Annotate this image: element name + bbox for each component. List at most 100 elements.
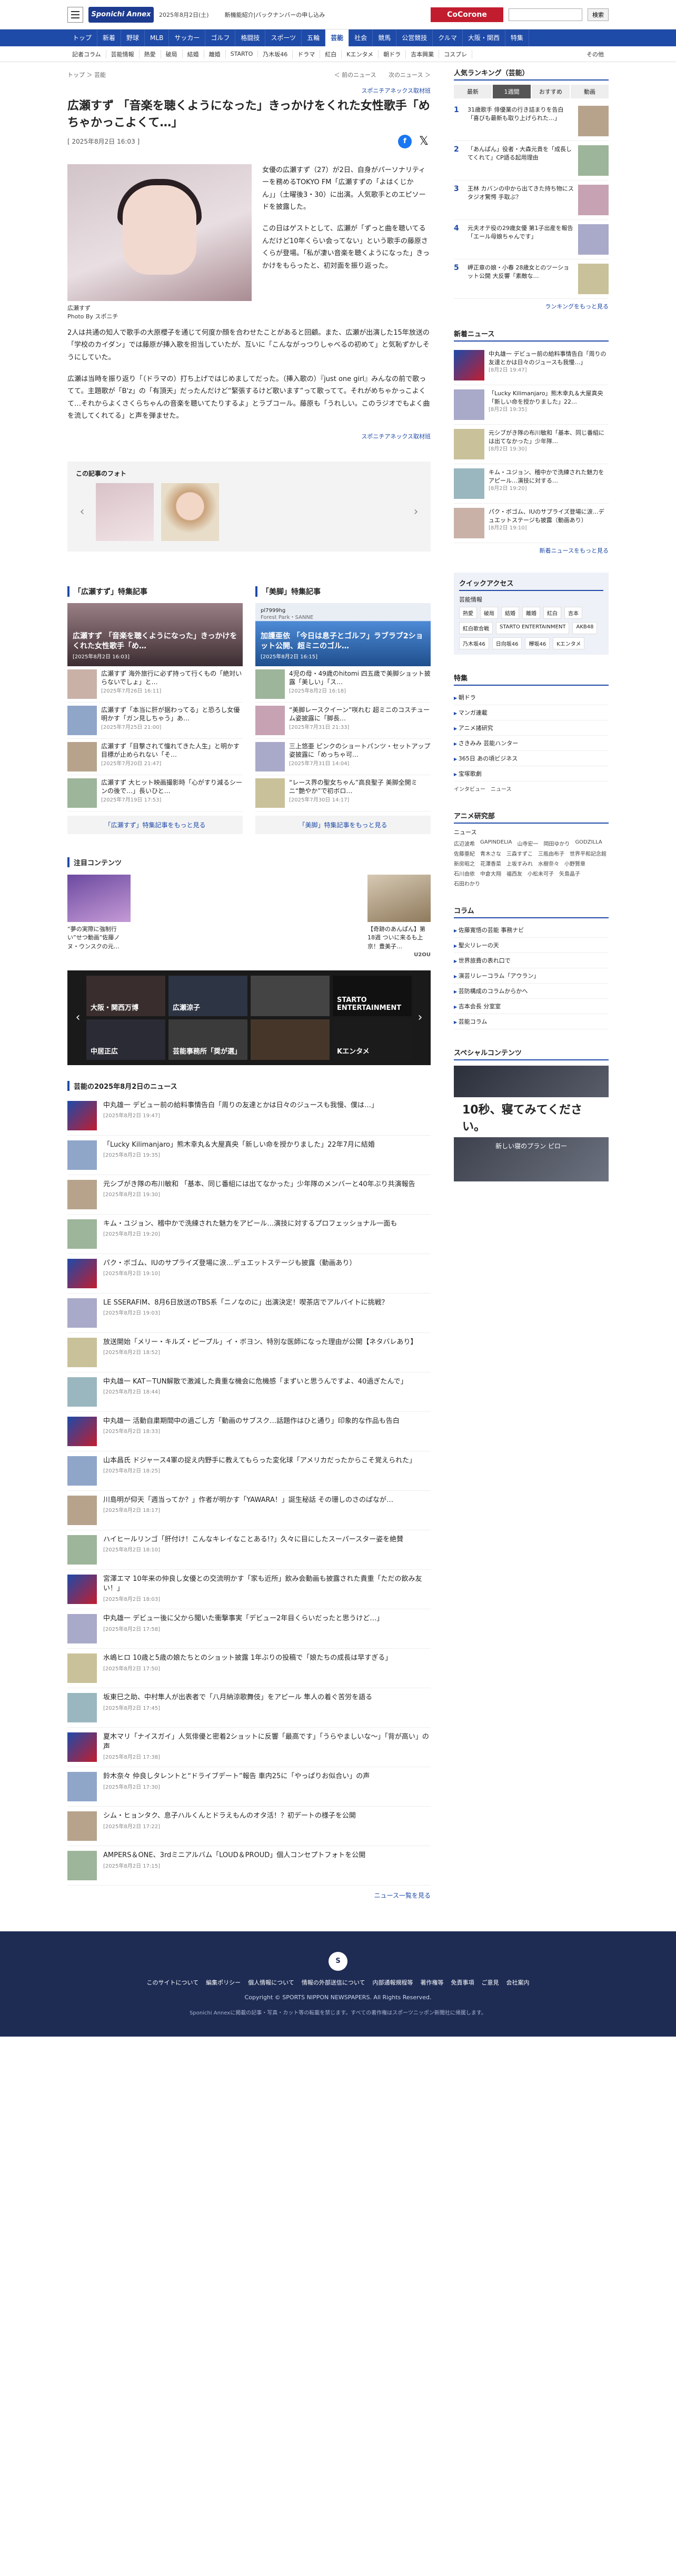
sub-nav-item[interactable]: 乃木坂46 — [258, 49, 293, 58]
anime-tag[interactable]: 佐藤亜紀 — [454, 849, 475, 857]
main-nav-item[interactable]: スポーツ — [265, 29, 302, 46]
article-photo[interactable] — [67, 164, 252, 301]
ranking-tab[interactable]: 最新 — [454, 85, 492, 98]
special-ad[interactable]: 10秒、寝てみてください。 新しい寝のプラン ピロー — [454, 1066, 609, 1181]
feature-link[interactable]: 365日 あの頃ビジネス — [454, 751, 609, 766]
quick-tag[interactable]: STARTO ENTERTAINMENT — [496, 622, 570, 634]
quick-tag[interactable]: AKB48 — [572, 622, 598, 634]
chevron-right-icon[interactable]: › — [415, 1011, 425, 1024]
column-link[interactable]: 芸能コラム — [454, 1014, 609, 1029]
search-input[interactable] — [509, 8, 582, 21]
anime-tag[interactable]: 三森すずこ — [506, 849, 533, 857]
feature-link[interactable]: アニメ諸研究 — [454, 720, 609, 736]
anime-tag[interactable]: 上坂すみれ — [506, 859, 533, 867]
news-row[interactable]: 中丸雄一 活動自粛期間中の過ごし方「動画のサブスク…話題作はひと通り」印象的な作… — [67, 1412, 431, 1451]
header-notice[interactable]: 新機能紹介|バックナンバーの申し込み — [225, 11, 325, 19]
prev-news-link[interactable]: ＜ 前のニュース — [334, 72, 376, 78]
article-source-bottom[interactable]: スポニチアネックス取材班 — [67, 432, 431, 440]
footer-link[interactable]: ご意見 — [482, 1978, 499, 1987]
main-nav-item[interactable]: 特集 — [505, 29, 529, 46]
quick-tag[interactable]: 乃木坂46 — [459, 637, 489, 649]
anime-tag[interactable]: 広辺波希 — [454, 839, 475, 847]
sub-nav-item[interactable]: 芸能情報 — [106, 49, 140, 58]
ranking-item[interactable]: 2 「あんぱん」役者・大森元貴を「成長してくれて」CP語る起用理由 — [454, 141, 609, 181]
promo-banner[interactable]: CoCorone — [431, 7, 503, 22]
feature-tag[interactable]: インタビュー — [454, 785, 485, 793]
anime-tag[interactable]: 水樹奈々 — [538, 859, 559, 867]
quick-tag[interactable]: 紅白 — [543, 607, 561, 619]
topic-tile[interactable]: 芸能事務所「奨が選」 — [168, 1019, 247, 1060]
anime-tag[interactable]: 新房昭之 — [454, 859, 475, 867]
column-link[interactable]: 聖火リレーの天 — [454, 938, 609, 953]
main-nav-item[interactable]: 新着 — [97, 29, 122, 46]
topic-tile[interactable] — [251, 1019, 330, 1060]
quick-tag[interactable]: 日向坂46 — [492, 637, 522, 649]
footer-link[interactable]: 著作権等 — [421, 1978, 444, 1987]
sub-nav-item[interactable]: Kエンタメ — [342, 49, 379, 58]
column-link[interactable]: 世界旅費の表れ口で — [454, 953, 609, 968]
ranking-item[interactable]: 3 王林 カバンの中から出てきた持ち物にスタジオ驚愕 手取ぶ？ — [454, 181, 609, 220]
anime-tag[interactable]: 三瓶由布子 — [538, 849, 564, 857]
ranking-item[interactable]: 1 31歳歌手 俳優業の行き詰まりを告白「喜びも最新も取り上げられた…」 — [454, 102, 609, 141]
feature-link[interactable]: さきみみ 芸能ハンター — [454, 736, 609, 751]
main-nav-item[interactable]: トップ — [67, 29, 98, 46]
news-row[interactable]: 水嶋ヒロ 10歳と5歳の娘たちとのショット披露 1年ぶりの投稿で「娘たちの成長は… — [67, 1649, 431, 1688]
anime-tag[interactable]: 石川由依 — [454, 869, 475, 877]
related-item[interactable]: 広瀬すず 海外旅行に必ず持って行くもの「絶対いらないでしょ」と… [2025年7月… — [67, 666, 243, 703]
main-nav-item[interactable]: 公営競技 — [396, 29, 433, 46]
topic-tile[interactable]: 広瀬涼子 — [168, 975, 247, 1016]
news-row[interactable]: 中丸雄一 KAT－TUN解散で激減した貴重な機会に危機感「まずいと思うんですよ、… — [67, 1372, 431, 1412]
news-row[interactable]: ハイヒールリンゴ「肝付け！こんなキレイなことある!?」久々に目にしたスーパースタ… — [67, 1530, 431, 1570]
anime-tag[interactable]: 青木さな — [480, 849, 501, 857]
article-source[interactable]: スポニチアネックス取材班 — [67, 86, 431, 95]
quick-tag[interactable]: 吉本 — [564, 607, 582, 619]
sub-nav-item[interactable]: 離婚 — [204, 49, 226, 58]
column-link[interactable]: 佐藤寛悟の芸能 事務ナビ — [454, 923, 609, 938]
x-share-icon[interactable]: 𝕏 — [417, 135, 431, 148]
footer-logo[interactable]: S — [329, 1951, 347, 1971]
anime-tag[interactable]: 福西友 — [506, 869, 522, 877]
ranking-more-link[interactable]: ランキングをもっと見る — [454, 302, 609, 310]
anime-tag[interactable]: GODZILLA — [575, 839, 602, 847]
related-item[interactable]: 広瀬すず 大ヒット映画撮影時「心がすり減るシーンの後で…」長いひと… [2025年… — [67, 775, 243, 811]
topic-tile[interactable] — [251, 975, 330, 1016]
sub-nav-item[interactable]: 記者コラム — [67, 49, 106, 58]
main-nav-item[interactable]: 社会 — [349, 29, 373, 46]
quick-tag[interactable]: 結婚 — [501, 607, 519, 619]
search-button[interactable]: 検索 — [588, 8, 609, 21]
footer-link[interactable]: このサイトについて — [146, 1978, 198, 1987]
topic-tile[interactable]: Kエンタメ — [333, 1019, 412, 1060]
sub-nav-item[interactable]: 熱愛 — [140, 49, 161, 58]
main-nav-item[interactable]: ゴルフ — [205, 29, 236, 46]
news-row[interactable]: 中丸雄一 デビュー後に父から聞いた衝撃事実「デビュー2年目くらいだったと思うけど… — [67, 1609, 431, 1649]
new-news-item[interactable]: 元シブがき隊の布川敏和「基本、同じ番組には出てなかった」少年隊… [8月2日 19… — [454, 425, 609, 464]
quick-tag[interactable]: 熱愛 — [459, 607, 477, 619]
chevron-left-icon[interactable]: ‹ — [73, 1011, 83, 1024]
quick-tag[interactable]: 破局 — [480, 607, 498, 619]
related-hero[interactable]: pl7999hg Forest Park・SANNE 加護亜依 「今日は息子とゴ… — [255, 603, 431, 666]
quick-tag[interactable]: 紅白歌合戦 — [459, 622, 493, 634]
news-row[interactable]: 中丸雄一 デビュー前の給料事情告白「周りの友達とかは日々のジュースも我慢、僕は…… — [67, 1096, 431, 1136]
news-row[interactable]: AMPERS＆ONE、3rdミニアルバム「LOUD＆PROUD」個人コンセプトフ… — [67, 1846, 431, 1886]
feature-link[interactable]: マンガ連載 — [454, 705, 609, 720]
feature-link[interactable]: 宝塚歌劇 — [454, 766, 609, 781]
anime-tag[interactable]: 矢島晶子 — [559, 869, 580, 877]
column-link[interactable]: 演芸リレーコラム「アウラン」 — [454, 968, 609, 984]
anime-tag[interactable]: 石田わかり — [454, 879, 480, 887]
anime-tag[interactable]: 世界平和記念館 — [570, 849, 607, 857]
news-list-link[interactable]: ニュース一覧を見る — [67, 1891, 431, 1900]
news-row[interactable]: 放送開始「メリー・キルズ・ピープル」イ・ボヨン、特別な医師になった理由が公開【ネ… — [67, 1333, 431, 1372]
topic-tile[interactable]: STARTO ENTERTAINMENT — [333, 975, 412, 1016]
anime-tag[interactable]: 山寺宏一 — [517, 839, 538, 847]
news-row[interactable]: 「Lucky Kilimanjaro」熊木幸丸＆大屋真央「新しい命を授かりました… — [67, 1136, 431, 1175]
related-item[interactable]: 広瀬すず「目撃されて憧れてきた人生」と明かす 目標が止められない「そ… [2025… — [67, 739, 243, 775]
breadcrumb-section[interactable]: 芸能 — [94, 72, 106, 78]
main-nav-item[interactable]: 格闘技 — [235, 29, 266, 46]
facebook-share-icon[interactable]: f — [398, 134, 412, 148]
related-item[interactable]: 広瀬すず「本当に肝が据わってる」と恐ろし女優明かす「ガン見しちゃう」あ… [202… — [67, 703, 243, 739]
anime-sub[interactable]: ニュース — [454, 828, 609, 836]
related-more-link[interactable]: 「広瀬すず」特集記事をもっと見る — [67, 815, 243, 834]
anime-tag[interactable]: 岡田ゆかり — [543, 839, 570, 847]
news-row[interactable]: シム・ヒョンタク、息子ハルくんとドラえもんのオタ活！？初デートの様子を公開 [20… — [67, 1807, 431, 1846]
sub-nav-item[interactable]: 朝ドラ — [379, 49, 406, 58]
